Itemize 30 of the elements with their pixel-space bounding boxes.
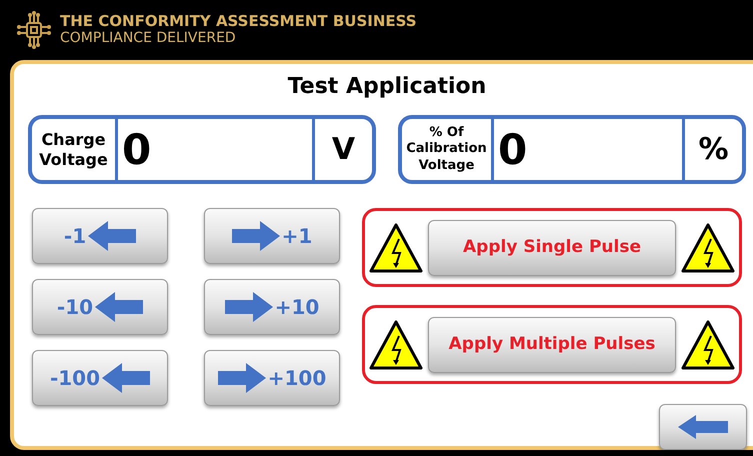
readout-value: 0 bbox=[122, 124, 152, 176]
warning-icon bbox=[369, 320, 423, 370]
pulse-button[interactable]: Apply Single Pulse bbox=[428, 220, 676, 276]
company-tagline: COMPLIANCE DELIVERED bbox=[60, 30, 237, 47]
left-arrow-icon bbox=[95, 292, 144, 322]
step-button[interactable]: +10 bbox=[204, 279, 340, 335]
readout-label: % Of Calibration Voltage bbox=[405, 125, 488, 174]
step-button[interactable]: +1 bbox=[204, 208, 340, 264]
right-arrow-icon bbox=[224, 292, 273, 322]
step-button[interactable]: +100 bbox=[204, 350, 340, 406]
step-button[interactable]: -100 bbox=[32, 350, 168, 406]
right-arrow-icon bbox=[218, 363, 266, 393]
warning-icon bbox=[369, 222, 423, 272]
right-arrow-icon bbox=[232, 221, 280, 251]
warning-icon bbox=[681, 222, 735, 272]
circuit-chip-icon bbox=[16, 11, 52, 49]
step-button[interactable]: -1 bbox=[32, 208, 168, 264]
left-arrow-icon bbox=[88, 221, 136, 251]
readout-unit: V bbox=[332, 131, 356, 169]
warning-icon bbox=[681, 320, 735, 370]
readout-label: Charge Voltage bbox=[38, 130, 109, 170]
left-arrow-icon bbox=[102, 363, 150, 393]
readout-value: 0 bbox=[498, 124, 528, 176]
pulse-button[interactable]: Apply Multiple Pulses bbox=[428, 316, 676, 372]
step-button[interactable]: -10 bbox=[32, 279, 168, 335]
left-arrow-icon bbox=[678, 415, 728, 439]
readout-unit: % bbox=[698, 131, 729, 169]
back-button[interactable] bbox=[659, 404, 747, 450]
page-title: Test Application bbox=[288, 73, 486, 101]
company-name: THE CONFORMITY ASSESSMENT BUSINESS bbox=[60, 13, 417, 30]
